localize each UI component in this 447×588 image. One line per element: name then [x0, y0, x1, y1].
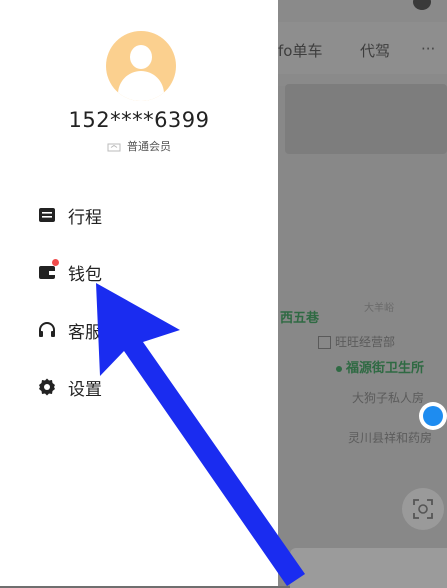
- menu-item-wallet[interactable]: 钱包: [38, 257, 238, 287]
- menu-label-trip: 行程: [68, 208, 102, 228]
- gear-icon: [39, 378, 55, 396]
- user-phone: 152****6399: [68, 108, 210, 132]
- location-pin-icon: [413, 0, 431, 10]
- scan-button[interactable]: [402, 488, 444, 530]
- map-poi-lingchuan: 灵川县祥和药房: [348, 431, 433, 445]
- tab-more[interactable]: ···: [421, 40, 435, 58]
- tab-bike[interactable]: fo单车: [278, 40, 322, 61]
- map-poi-clinic: 福源街卫生所: [336, 357, 424, 376]
- menu-item-customer-service[interactable]: 客服: [38, 315, 238, 345]
- notification-badge: [52, 259, 59, 266]
- map-info-card: [285, 84, 447, 154]
- bottom-panel: [290, 548, 447, 588]
- clinic-dot-icon: [336, 365, 342, 372]
- shop-icon: [318, 336, 331, 349]
- side-drawer: 152****6399 普通会员 行程 钱包 客服 设置: [0, 0, 278, 586]
- current-location-marker: [419, 402, 447, 430]
- menu-label-wallet: 钱包: [68, 265, 102, 285]
- avatar[interactable]: [106, 31, 176, 101]
- member-level: 普通会员: [0, 138, 278, 154]
- map-poi-wangwang: 旺旺经营部: [318, 333, 395, 350]
- tab-designated-driver[interactable]: 代驾: [360, 40, 390, 61]
- scan-icon: [413, 499, 433, 519]
- service-tab-bar: fo单车 代驾 ···: [278, 22, 447, 74]
- menu-item-settings[interactable]: 设置: [38, 372, 238, 402]
- menu-label-service: 客服: [68, 323, 102, 343]
- map-poi-dagouzi: 大狗子私人房: [352, 391, 425, 405]
- member-label: 普通会员: [127, 140, 171, 153]
- map-label-dayangyu: 大羊峪: [364, 303, 394, 314]
- map-label-xiwuxiang: 西五巷: [280, 311, 320, 326]
- headset-icon: [39, 322, 55, 337]
- menu-label-settings: 设置: [68, 380, 102, 400]
- menu-item-trip[interactable]: 行程: [38, 200, 238, 230]
- member-badge-icon: [107, 143, 121, 151]
- trip-icon: [39, 208, 55, 222]
